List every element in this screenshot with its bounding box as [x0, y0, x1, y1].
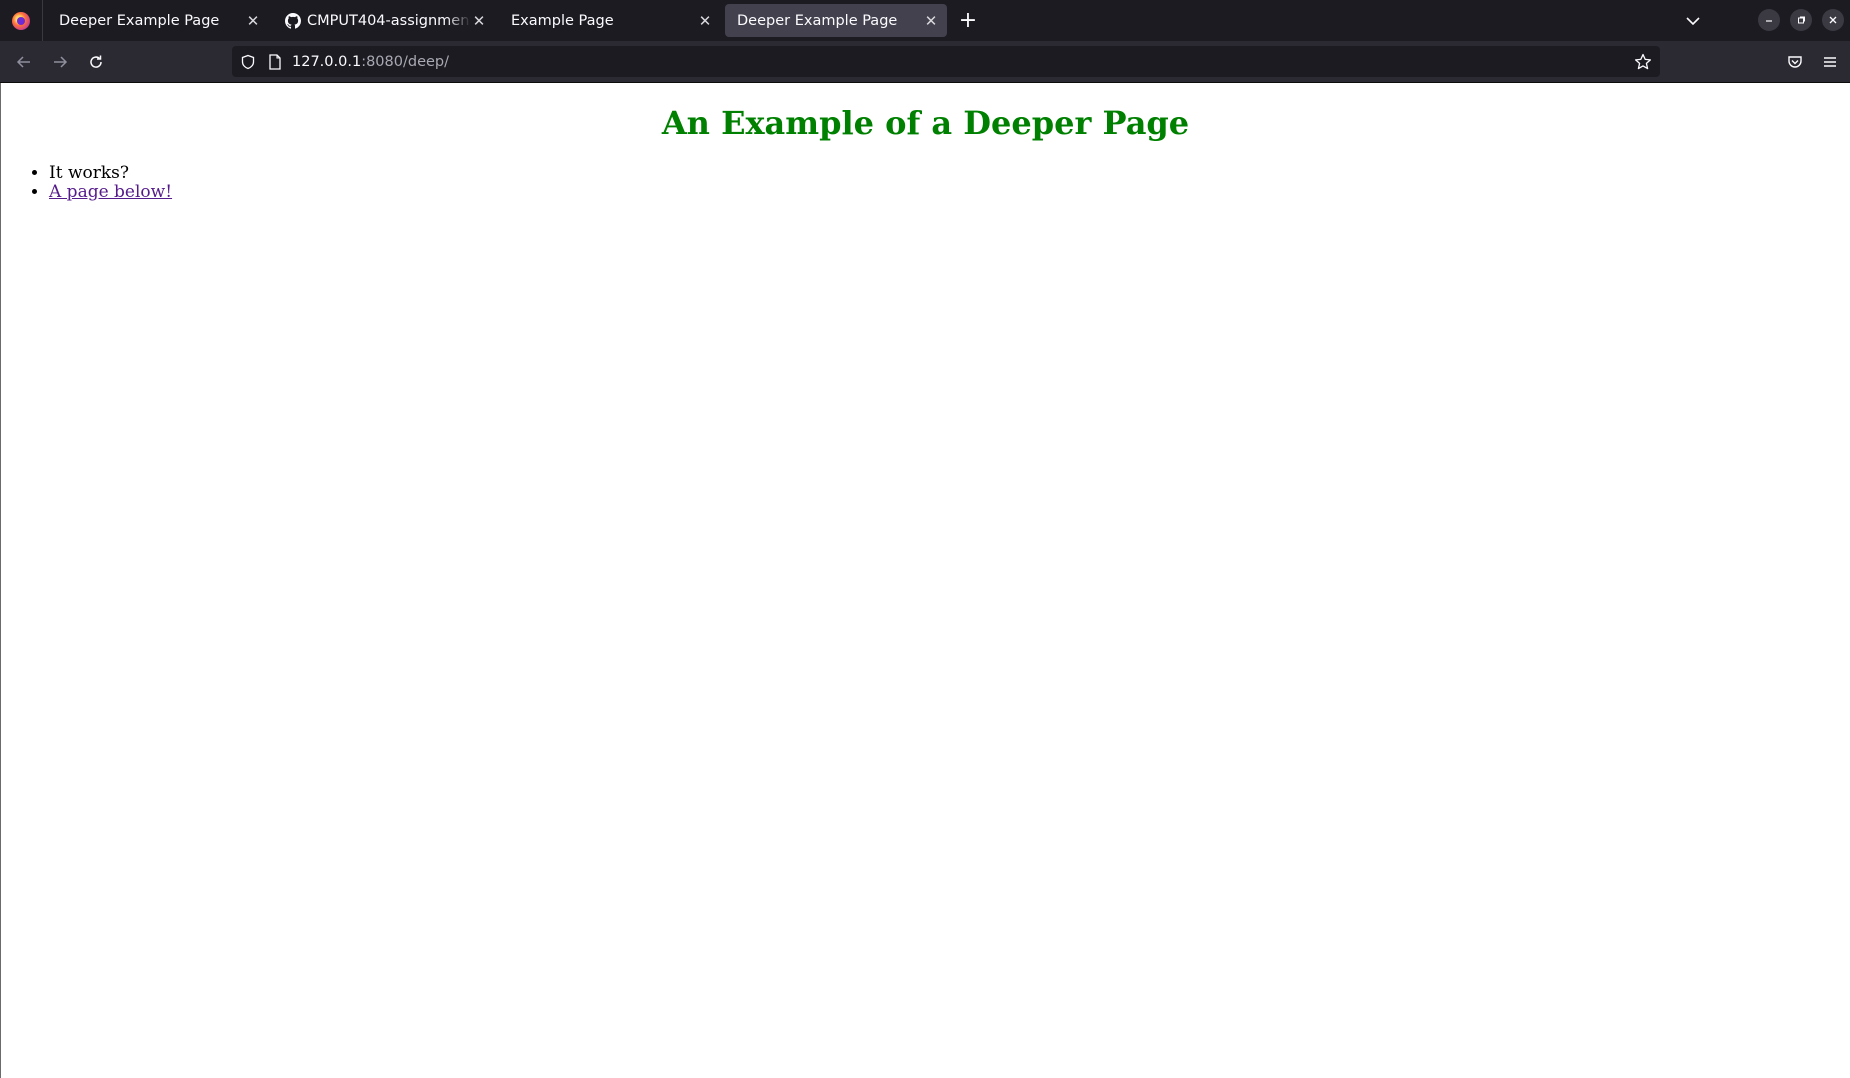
navigation-toolbar: 127.0.0.1:8080/deep/: [0, 41, 1850, 83]
list-item-text: It works?: [49, 163, 130, 183]
pocket-icon: [1788, 56, 1802, 68]
shield-icon[interactable]: [240, 54, 256, 70]
close-icon[interactable]: ✕: [471, 13, 487, 29]
list-item: It works?: [49, 164, 1850, 183]
list-item: A page below!: [49, 183, 1850, 202]
page-list: It works? A page below!: [1, 164, 1850, 202]
url-path: :8080/deep/: [361, 53, 449, 70]
restore-button[interactable]: [1790, 9, 1812, 31]
close-icon[interactable]: ✕: [245, 13, 261, 29]
url-text[interactable]: 127.0.0.1:8080/deep/: [292, 54, 449, 70]
app-menu-button[interactable]: [1816, 48, 1844, 76]
new-tab-button[interactable]: +: [953, 6, 983, 36]
tab-label: Deeper Example Page: [59, 12, 220, 29]
minimize-icon: [1766, 20, 1772, 22]
firefox-menu[interactable]: [0, 0, 43, 41]
close-window-button[interactable]: [1822, 9, 1844, 31]
page-below-link[interactable]: A page below!: [49, 182, 172, 202]
forward-button[interactable]: [46, 48, 74, 76]
arrow-left-icon: [16, 56, 30, 68]
tab-deeper-example-active[interactable]: Deeper Example Page ✕: [725, 4, 947, 37]
minimize-button[interactable]: [1758, 9, 1780, 31]
firefox-logo-icon: [12, 11, 30, 30]
tab-example-page[interactable]: Example Page ✕: [499, 4, 721, 37]
bookmark-star-icon[interactable]: [1634, 53, 1652, 71]
browser-window: Deeper Example Page ✕ CMPUT404-assignmen…: [0, 0, 1850, 1078]
chevron-down-icon: [1686, 17, 1700, 26]
tab-list-button[interactable]: [1680, 8, 1706, 34]
page-content: An Example of a Deeper Page It works? A …: [0, 83, 1850, 1078]
close-icon: [1829, 16, 1837, 24]
reload-button[interactable]: [82, 48, 110, 76]
tab-github-assignment[interactable]: CMPUT404-assignment-web ✕: [273, 4, 495, 37]
back-button[interactable]: [10, 48, 38, 76]
page-heading: An Example of a Deeper Page: [661, 104, 1190, 142]
hamburger-menu-icon: [1824, 57, 1836, 67]
reload-icon: [90, 55, 102, 68]
url-bar[interactable]: 127.0.0.1:8080/deep/: [232, 46, 1660, 77]
tab-deeper-example-1[interactable]: Deeper Example Page ✕: [47, 4, 269, 37]
tab-strip: Deeper Example Page ✕ CMPUT404-assignmen…: [0, 0, 1850, 41]
github-icon: [285, 12, 301, 29]
restore-icon: [1798, 16, 1805, 24]
close-icon[interactable]: ✕: [923, 13, 939, 29]
pocket-button[interactable]: [1781, 48, 1809, 76]
tab-label: Deeper Example Page: [737, 12, 898, 29]
url-host: 127.0.0.1: [292, 53, 362, 70]
page-icon[interactable]: [268, 53, 282, 70]
close-icon[interactable]: ✕: [697, 13, 713, 29]
tab-label: Example Page: [511, 12, 614, 29]
tab-label: CMPUT404-assignment-web: [307, 12, 471, 29]
arrow-right-icon: [54, 56, 68, 68]
